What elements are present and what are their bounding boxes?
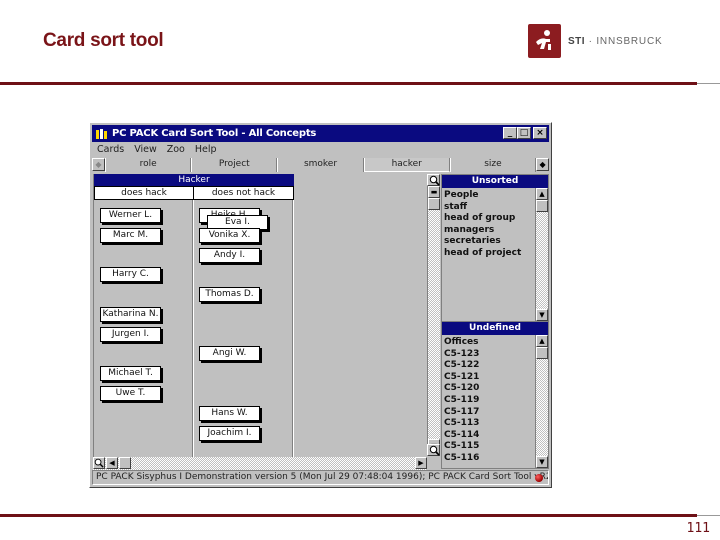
column-divider — [292, 200, 294, 458]
unsorted-scrollbar[interactable]: ▲ ▼ — [535, 188, 548, 321]
app-icon — [96, 128, 107, 139]
attribute-tabs: ◆ role Project smoker hacker size ◆ — [92, 158, 550, 172]
card[interactable]: Marc M. — [100, 228, 161, 243]
tab-smoker[interactable]: smoker — [277, 158, 364, 172]
list-item[interactable]: C5-116 — [444, 453, 548, 465]
header-divider-extension — [697, 83, 720, 84]
scroll-thumb[interactable] — [428, 198, 440, 210]
attribute-header: Hacker — [94, 174, 294, 186]
card[interactable]: Werner L. — [100, 208, 161, 223]
list-item[interactable]: C5-113 — [444, 418, 548, 430]
card[interactable]: Uwe T. — [100, 386, 161, 401]
card[interactable]: Harry C. — [100, 267, 161, 282]
logo-text: STI · INNSBRUCK — [568, 35, 663, 47]
list-item[interactable]: C5-114 — [444, 430, 548, 442]
sort-area-vertical-scrollbar[interactable]: ▬ ▬ — [427, 186, 440, 451]
list-item[interactable]: C5-122 — [444, 360, 548, 372]
value-column-does-hack: does hack — [94, 186, 194, 200]
zoom-horizontal-icon[interactable] — [93, 457, 105, 469]
list-item[interactable]: C5-121 — [444, 372, 548, 384]
list-item[interactable]: C5-119 — [444, 395, 548, 407]
list-item[interactable]: staff — [444, 202, 548, 214]
status-text: PC PACK Sisyphus I Demonstration version… — [96, 472, 549, 482]
card[interactable]: Katharina N. — [100, 307, 161, 322]
card[interactable]: Michael T. — [100, 366, 161, 381]
list-item[interactable]: Offices — [444, 337, 548, 349]
card[interactable]: Hans W. — [199, 406, 260, 421]
undefined-list: Offices C5-123 C5-122 C5-121 C5-120 C5-1… — [442, 335, 548, 465]
list-item[interactable]: head of project — [444, 248, 548, 260]
menu-cards[interactable]: Cards — [92, 143, 129, 158]
value-column-does-not-hack: does not hack — [193, 186, 294, 200]
card[interactable]: Thomas D. — [199, 287, 260, 302]
scroll-right-button[interactable]: ▶ — [415, 457, 427, 469]
footer-divider — [0, 514, 697, 517]
menu-zoo[interactable]: Zoo — [162, 143, 190, 158]
card[interactable]: Angi W. — [199, 346, 260, 361]
unsorted-panel: Unsorted People staff head of group mana… — [441, 174, 549, 322]
scroll-thumb[interactable] — [536, 347, 548, 359]
status-bar: PC PACK Sisyphus I Demonstration version… — [92, 470, 549, 485]
horizontal-scroll-thumb[interactable] — [119, 457, 131, 469]
undefined-header: Undefined — [442, 322, 548, 335]
logo-mark-icon — [528, 24, 561, 58]
scroll-left-button[interactable]: ◀ — [106, 457, 118, 469]
menu-help[interactable]: Help — [190, 143, 222, 158]
sort-area-horizontal-scrollbar[interactable]: ◀ ▶ — [93, 457, 427, 470]
maximize-button[interactable]: □ — [517, 127, 531, 139]
card-sort-window: PC PACK Card Sort Tool - All Concepts _ … — [89, 122, 552, 488]
tab-project[interactable]: Project — [191, 158, 278, 172]
unsorted-header: Unsorted — [442, 175, 548, 188]
header-divider — [0, 82, 697, 85]
zoom-in-icon[interactable] — [427, 174, 440, 186]
list-item[interactable]: People — [444, 190, 548, 202]
footer-divider-extension — [697, 515, 720, 516]
tab-scroll-left-icon[interactable]: ◆ — [92, 158, 105, 171]
tab-role[interactable]: role — [105, 158, 192, 172]
card[interactable]: Andy I. — [199, 248, 260, 263]
sort-area: Hacker does hack does not hack Werner L.… — [93, 174, 427, 458]
menu-bar: Cards View Zoo Help — [92, 143, 222, 158]
status-indicator-icon — [535, 474, 543, 482]
list-item[interactable]: head of group — [444, 213, 548, 225]
minimize-button[interactable]: _ — [503, 127, 517, 139]
tab-scroll-right-icon[interactable]: ◆ — [536, 158, 550, 171]
unsorted-list: People staff head of group managers secr… — [442, 188, 548, 260]
tab-size[interactable]: size — [449, 158, 537, 172]
list-item[interactable]: C5-117 — [444, 407, 548, 419]
scroll-up-button[interactable]: ▲ — [536, 335, 548, 347]
scroll-thumb[interactable] — [536, 200, 548, 212]
menu-view[interactable]: View — [129, 143, 162, 158]
slide-title: Card sort tool — [43, 30, 164, 51]
list-item[interactable]: secretaries — [444, 236, 548, 248]
card[interactable]: Vonika X. — [199, 228, 260, 243]
list-item[interactable]: C5-120 — [444, 383, 548, 395]
page-number: 111 — [686, 521, 710, 536]
list-item[interactable]: C5-123 — [444, 349, 548, 361]
tab-hacker[interactable]: hacker — [363, 158, 450, 172]
window-titlebar[interactable]: PC PACK Card Sort Tool - All Concepts _ … — [92, 125, 549, 142]
undefined-panel: Undefined Offices C5-123 C5-122 C5-121 C… — [441, 321, 549, 469]
list-item[interactable]: C5-115 — [444, 441, 548, 453]
scroll-down-button[interactable]: ▼ — [536, 456, 548, 468]
scroll-up-button[interactable]: ▬ — [428, 186, 440, 198]
window-title: PC PACK Card Sort Tool - All Concepts — [112, 128, 317, 139]
sti-innsbruck-logo: STI · INNSBRUCK — [528, 24, 662, 58]
card[interactable]: Jurgen I. — [100, 327, 161, 342]
undefined-scrollbar[interactable]: ▲ ▼ — [535, 335, 548, 468]
list-item[interactable]: managers — [444, 225, 548, 237]
card[interactable]: Joachim I. — [199, 426, 260, 441]
zoom-out-icon[interactable] — [427, 444, 440, 456]
column-divider — [192, 200, 194, 458]
scroll-up-button[interactable]: ▲ — [536, 188, 548, 200]
scroll-down-button[interactable]: ▼ — [536, 309, 548, 321]
close-button[interactable]: × — [533, 127, 547, 139]
